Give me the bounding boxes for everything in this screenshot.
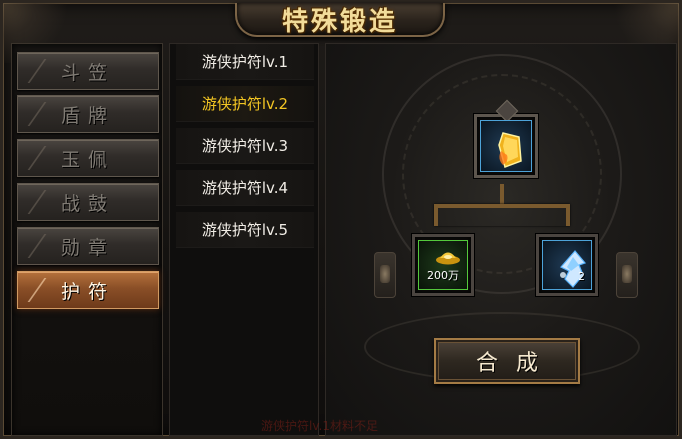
material-slot-wing[interactable]: 2 (536, 234, 598, 296)
recipe-item[interactable]: 游侠护符lv.5 (176, 212, 314, 248)
category-tab-dunpai[interactable]: 盾牌 (17, 95, 159, 133)
category-label: 斗笠 (60, 61, 115, 84)
recipe-item-label: 游侠护符lv.2 (201, 95, 289, 113)
material-slot-gold[interactable]: 200万 (412, 234, 474, 296)
gold-ingot-icon (436, 252, 460, 265)
recipe-item-selected[interactable]: 游侠护符lv.2 (176, 86, 314, 122)
connector-line (500, 184, 504, 206)
recipe-item-label: 游侠护符lv.1 (201, 53, 289, 71)
recipe-item-label: 游侠护符lv.4 (201, 179, 289, 197)
category-tab-hufu[interactable]: 护符 (17, 271, 159, 309)
recipe-list: 游侠护符lv.1 游侠护符lv.2 游侠护符lv.3 游侠护符lv.4 游侠护符… (169, 43, 319, 436)
connector-bracket (434, 204, 570, 226)
window-title: 特殊锻造 (281, 6, 398, 37)
material-warning: 游侠护符lv.1材料不足 (261, 419, 378, 433)
recipe-item[interactable]: 游侠护符lv.3 (176, 128, 314, 164)
forge-window: 特殊锻造 斗笠 盾牌 玉佩 战鼓 勋章 护符 游侠护符lv.1 游侠护符lv.2… (0, 0, 682, 439)
category-label: 护符 (60, 280, 115, 303)
recipe-item[interactable]: 游侠护符lv.4 (176, 170, 314, 206)
forge-area: 200万 2 合成 (325, 43, 677, 436)
golden-amulet-icon (498, 132, 522, 168)
recipe-item-label: 游侠护符lv.5 (201, 221, 289, 239)
recipe-item[interactable]: 游侠护符lv.1 (176, 44, 314, 80)
lantern-right-icon (616, 252, 638, 298)
category-panel: 斗笠 盾牌 玉佩 战鼓 勋章 护符 (11, 43, 163, 436)
wing-count: 2 (578, 270, 585, 283)
category-tab-yupei[interactable]: 玉佩 (17, 139, 159, 177)
title-plate: 特殊锻造 (235, 3, 445, 37)
category-tab-douli[interactable]: 斗笠 (17, 52, 159, 90)
result-slot[interactable] (474, 114, 538, 178)
category-tab-xunzhang[interactable]: 勋章 (17, 227, 159, 265)
blue-wing-icon (560, 250, 587, 288)
category-label: 盾牌 (60, 104, 115, 127)
material-slot-frame: 2 (542, 240, 592, 290)
result-slot-frame (480, 120, 532, 172)
category-label: 战鼓 (60, 192, 115, 215)
category-label: 勋章 (60, 236, 115, 259)
lantern-left-icon (374, 252, 396, 298)
gold-amount: 200万 (427, 269, 459, 282)
category-tab-zhangu[interactable]: 战鼓 (17, 183, 159, 221)
material-slot-frame: 200万 (418, 240, 468, 290)
recipe-item-label: 游侠护符lv.3 (201, 137, 289, 155)
compose-button[interactable]: 合成 (434, 338, 580, 384)
category-label: 玉佩 (60, 148, 115, 171)
